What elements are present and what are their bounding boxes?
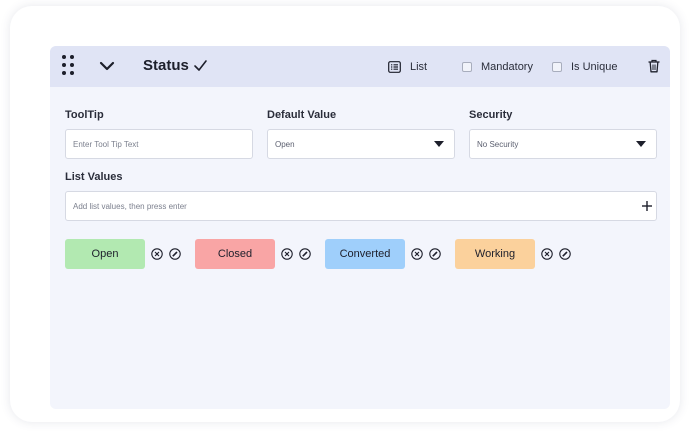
chevron-down-icon[interactable] bbox=[99, 60, 115, 72]
list-icon bbox=[388, 61, 401, 73]
edit-icon[interactable] bbox=[559, 248, 571, 260]
is-unique-label: Is Unique bbox=[571, 61, 618, 73]
mandatory-checkbox-box[interactable] bbox=[462, 62, 472, 72]
list-values-field[interactable] bbox=[65, 191, 657, 221]
security-select[interactable]: No Security bbox=[469, 129, 657, 159]
close-circle-icon[interactable] bbox=[281, 248, 293, 260]
edit-icon[interactable] bbox=[299, 248, 311, 260]
close-circle-icon[interactable] bbox=[541, 248, 553, 260]
list-values-input[interactable] bbox=[73, 201, 632, 211]
field-title: Status bbox=[143, 57, 189, 74]
tooltip-label: ToolTip bbox=[65, 109, 104, 121]
list-label: List bbox=[410, 61, 428, 73]
list-values-label: List Values bbox=[65, 171, 123, 183]
edit-icon[interactable] bbox=[429, 248, 441, 260]
is-unique-checkbox[interactable]: Is Unique bbox=[552, 59, 617, 75]
list-value-chip-converted[interactable]: Converted bbox=[325, 239, 405, 269]
list-value-chip-open[interactable]: Open bbox=[65, 239, 145, 269]
default-value-label: Default Value bbox=[267, 109, 337, 121]
plus-icon[interactable] bbox=[641, 200, 653, 212]
caret-down-icon bbox=[636, 141, 646, 147]
panel-header: Status List Mandatory Is Unique bbox=[50, 46, 670, 87]
trash-icon[interactable] bbox=[648, 59, 660, 73]
security-label: Security bbox=[469, 109, 513, 121]
drag-handle-icon[interactable] bbox=[62, 55, 76, 77]
close-circle-icon[interactable] bbox=[151, 248, 163, 260]
check-icon[interactable] bbox=[193, 59, 208, 72]
edit-icon[interactable] bbox=[169, 248, 181, 260]
list-value-chip-closed[interactable]: Closed bbox=[195, 239, 275, 269]
default-value-selected: Open bbox=[275, 139, 295, 149]
mandatory-checkbox[interactable]: Mandatory bbox=[462, 59, 533, 75]
tooltip-input[interactable] bbox=[73, 139, 245, 149]
close-circle-icon[interactable] bbox=[411, 248, 423, 260]
caret-down-icon bbox=[434, 141, 444, 147]
tooltip-field[interactable] bbox=[65, 129, 253, 159]
status-field-panel: Status List Mandatory Is Unique ToolTip … bbox=[50, 46, 670, 409]
default-value-select[interactable]: Open bbox=[267, 129, 455, 159]
mandatory-label: Mandatory bbox=[481, 61, 533, 73]
security-selected: No Security bbox=[477, 139, 519, 149]
list-toggle[interactable]: List bbox=[388, 59, 427, 75]
is-unique-checkbox-box[interactable] bbox=[552, 62, 562, 72]
list-value-chip-working[interactable]: Working bbox=[455, 239, 535, 269]
